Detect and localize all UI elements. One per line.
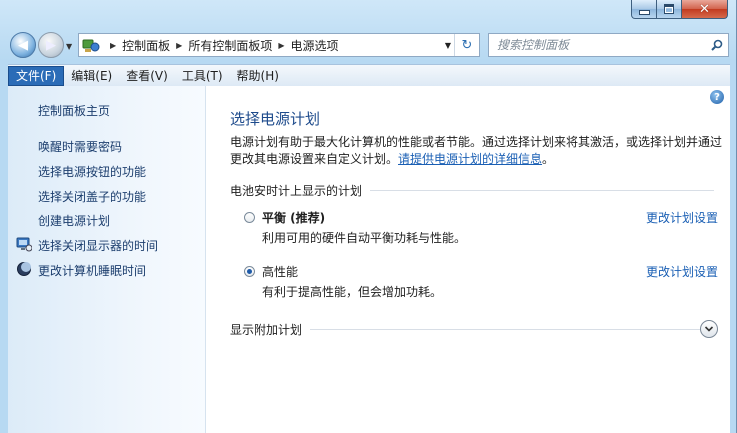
menu-help[interactable]: 帮助(H) <box>230 66 286 86</box>
question-icon: ? <box>714 91 720 103</box>
sidebar-item-lid[interactable]: 选择关闭盖子的功能 <box>38 188 146 205</box>
sidebar-home-link[interactable]: 控制面板主页 <box>38 102 110 119</box>
breadcrumb-power-options[interactable]: 电源选项 <box>291 37 339 54</box>
menu-bar: 文件(F) 编辑(E) 查看(V) 工具(T) 帮助(H) <box>8 64 730 86</box>
page-description: 电源计划有助于最大化计算机的性能或者节能。通过选择计划来将其激活，或选择计划并通… <box>230 134 722 168</box>
address-dropdown[interactable]: ▼ <box>445 41 451 50</box>
minimize-icon <box>638 9 650 15</box>
breadcrumb-separator[interactable]: ▶ <box>278 41 284 50</box>
sidebar-item-power-button[interactable]: 选择电源按钮的功能 <box>38 163 146 180</box>
chevron-down-icon <box>704 326 714 332</box>
maximize-button[interactable] <box>657 0 682 19</box>
plan-details-link[interactable]: 请提供电源计划的详细信息 <box>398 152 542 166</box>
group-divider <box>310 328 700 330</box>
group-label: 电池安时计上显示的计划 <box>230 183 363 198</box>
main-content: ? 选择电源计划 电源计划有助于最大化计算机的性能或者节能。通过选择计划来将其激… <box>206 86 730 433</box>
menu-edit[interactable]: 编辑(E) <box>64 66 119 86</box>
breadcrumb-control-panel[interactable]: 控制面板 <box>122 37 170 54</box>
battery-plans-group: 电池安时计上显示的计划 <box>230 182 714 198</box>
plan-high-performance-name[interactable]: 高性能 <box>262 263 298 280</box>
window: ✕ ◀ ▶ ▼ ▶ 控制面板 ▶ 所有控制面板项 ▶ 电源选项 ▼ ↻ 搜索控制… <box>0 0 737 433</box>
moon-icon <box>17 262 31 276</box>
address-bar[interactable]: ▶ 控制面板 ▶ 所有控制面板项 ▶ 电源选项 ▼ ↻ <box>78 33 480 57</box>
help-button[interactable]: ? <box>710 90 724 104</box>
navigation-bar: ◀ ▶ ▼ ▶ 控制面板 ▶ 所有控制面板项 ▶ 电源选项 ▼ ↻ <box>0 30 736 62</box>
search-input[interactable] <box>489 34 706 56</box>
left-arrow-icon: ◀ <box>18 37 28 53</box>
plan-high-performance-radio[interactable] <box>244 266 255 277</box>
additional-plans-group: 显示附加计划 <box>230 321 700 337</box>
description-end: 。 <box>542 152 555 166</box>
page-title: 选择电源计划 <box>230 110 321 128</box>
close-icon: ✕ <box>699 1 710 17</box>
plan-high-performance-settings-link[interactable]: 更改计划设置 <box>646 263 718 280</box>
monitor-icon <box>16 237 32 252</box>
plan-balanced-name[interactable]: 平衡 (推荐) <box>262 209 325 226</box>
sidebar-item-create-plan[interactable]: 创建电源计划 <box>38 212 110 229</box>
menu-view[interactable]: 查看(V) <box>119 66 175 86</box>
maximize-icon <box>664 4 674 14</box>
forward-button[interactable]: ▶ <box>38 32 64 58</box>
search-box <box>488 33 729 57</box>
group-label: 显示附加计划 <box>230 322 303 337</box>
sidebar-item-wake-password[interactable]: 唤醒时需要密码 <box>38 138 122 155</box>
caption-buttons: ✕ <box>631 0 728 20</box>
plan-balanced-radio[interactable] <box>244 212 255 223</box>
group-divider <box>370 189 714 191</box>
refresh-icon: ↻ <box>461 37 473 53</box>
expand-additional-plans-button[interactable] <box>700 320 718 338</box>
sidebar-item-sleep-time[interactable]: 更改计算机睡眠时间 <box>38 262 146 279</box>
plan-balanced-settings-link[interactable]: 更改计划设置 <box>646 209 718 226</box>
breadcrumb-separator[interactable]: ▶ <box>176 41 182 50</box>
refresh-button[interactable]: ↻ <box>454 34 479 56</box>
plan-balanced-desc: 利用可用的硬件自动平衡功耗与性能。 <box>262 231 467 245</box>
breadcrumb-separator[interactable]: ▶ <box>110 41 116 50</box>
menu-tools[interactable]: 工具(T) <box>175 66 230 86</box>
sidebar-item-display-off[interactable]: 选择关闭显示器的时间 <box>38 237 158 254</box>
recent-pages-dropdown[interactable]: ▼ <box>66 42 72 51</box>
minimize-button[interactable] <box>631 0 657 19</box>
menu-file[interactable]: 文件(F) <box>8 65 65 86</box>
breadcrumb-all-items[interactable]: 所有控制面板项 <box>188 37 272 54</box>
close-button[interactable]: ✕ <box>682 0 728 19</box>
sidebar: 控制面板主页 唤醒时需要密码 选择电源按钮的功能 选择关闭盖子的功能 创建电源计… <box>8 86 206 433</box>
back-button[interactable]: ◀ <box>10 32 36 58</box>
control-panel-icon <box>82 39 100 52</box>
magnifier-icon[interactable] <box>706 39 728 51</box>
plan-high-performance-desc: 有利于提高性能，但会增加功耗。 <box>262 285 443 299</box>
right-arrow-icon: ▶ <box>46 37 56 53</box>
